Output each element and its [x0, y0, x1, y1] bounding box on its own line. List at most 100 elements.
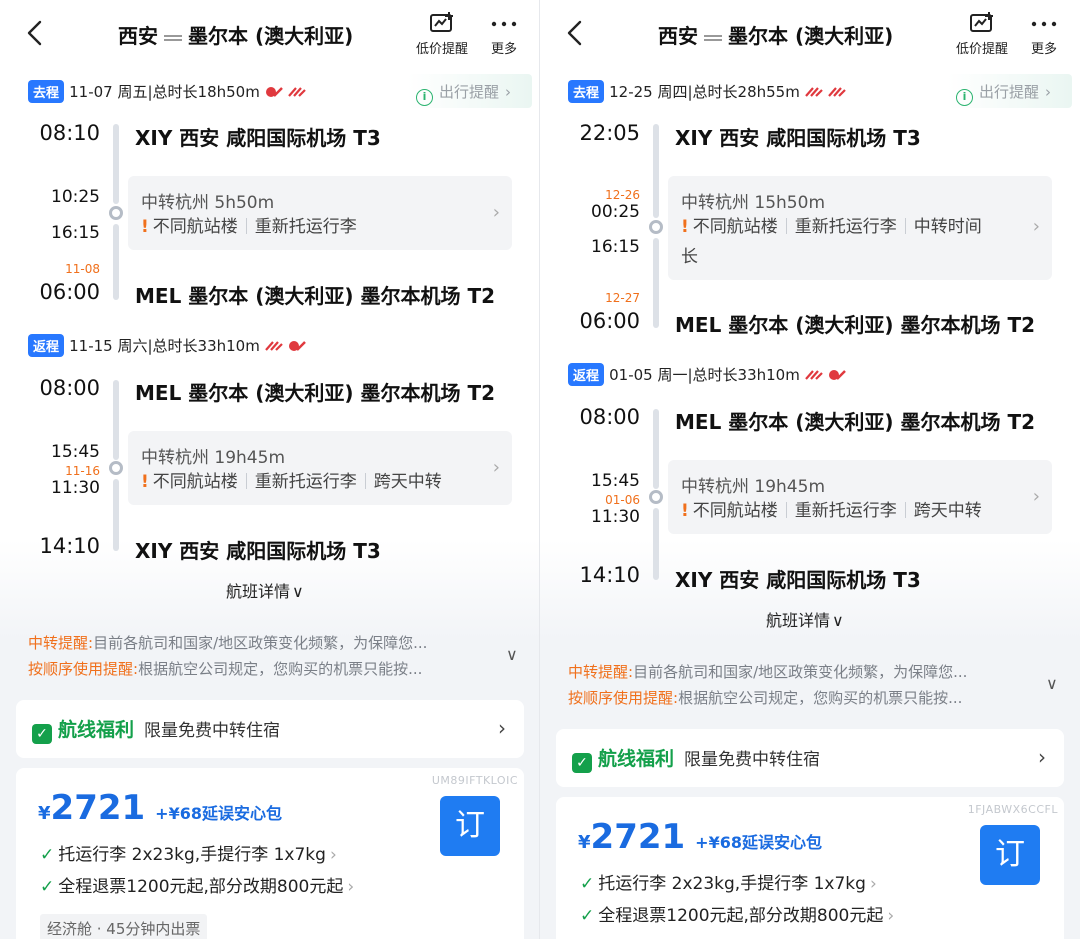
price-alert-button[interactable]: 低价提醒 [950, 12, 1014, 57]
price-alert-icon [970, 12, 993, 32]
return-tag: 返程 [568, 363, 605, 386]
book-button[interactable]: 订 [980, 825, 1040, 885]
route-title: 西安 墨尔本 (澳大利亚) [118, 24, 354, 48]
more-dots-icon [491, 21, 517, 27]
route-title: 西安 墨尔本 (澳大利亚) [658, 24, 894, 48]
outbound-summary: 去程 12-25 周四|总时长28h55m [568, 80, 846, 103]
book-button[interactable]: 订 [440, 796, 500, 856]
return-departure-airport: MEL 墨尔本 (澳大利亚) 墨尔本机场 T2 [675, 410, 1035, 434]
flight-detail-screen-2: 西安 墨尔本 (澳大利亚) 低价提醒 更多 去程 12-25 周四|总时长28h5… [540, 0, 1080, 939]
transfer-info-card[interactable]: 中转杭州 5h50m ! 不同航站楼 重新托运行李 › [128, 176, 512, 250]
info-icon: i [956, 89, 973, 106]
chevron-right-icon: › [1032, 216, 1040, 237]
route-benefit-card[interactable]: ✓ 航线福利 限量免费中转住宿 › [16, 700, 524, 758]
baggage-info[interactable]: ✓ 托运行李 2x23kg,手提行李 1x7kg › [40, 840, 337, 865]
more-dots-icon [1031, 21, 1057, 27]
transfer-warnings: ! 不同航站楼 重新托运行李 跨天中转 [681, 501, 982, 521]
chevron-right-icon: › [498, 716, 506, 740]
arrival-day-change: 12-27 [605, 291, 640, 305]
refund-policy[interactable]: ✓ 全程退票1200元起,部分改期800元起 › [40, 872, 354, 897]
price-alert-icon [430, 12, 453, 32]
more-button[interactable]: 更多 [1012, 12, 1076, 57]
outbound-summary: 去程 11-07 周五|总时长18h50m [28, 80, 306, 103]
more-button[interactable]: 更多 [472, 12, 536, 57]
transfer-info-card[interactable]: 中转杭州 19h45m ! 不同航站楼 重新托运行李 跨天中转 › [668, 460, 1052, 534]
warning-icon: ! [141, 217, 149, 237]
outbound-arrival-airport: MEL 墨尔本 (澳大利亚) 墨尔本机场 T2 [675, 313, 1035, 337]
outbound-duration: 总时长18h50m [152, 83, 260, 101]
check-icon: ✓ [580, 874, 595, 894]
arrival-day-change: 11-08 [65, 262, 100, 276]
transfer-departure-time: 16:15 [51, 223, 100, 243]
return-arrival-airport: XIY 西安 咸阳国际机场 T3 [675, 568, 921, 592]
warning-icon: ! [681, 501, 689, 521]
fare-price: ¥2721 +¥68延误安心包 [38, 788, 282, 828]
outbound-arrival-time: 06:00 [579, 309, 640, 333]
fare-price: ¥2721 +¥68延误安心包 [578, 817, 822, 857]
travel-reminder-link[interactable]: i 出行提醒 › [416, 81, 511, 106]
outbound-tag: 去程 [28, 80, 65, 103]
chevron-down-icon: ∨ [292, 582, 304, 601]
transfer-warnings: ! 不同航站楼 重新托运行李 中转时间 [681, 217, 982, 237]
flight-detail-screen-1: 西安 墨尔本 (澳大利亚) 低价提醒 更多 去程 11-07 周五|总时长18h5… [0, 0, 540, 939]
chevron-right-icon: › [1032, 486, 1040, 507]
airline-logo-icon [289, 341, 306, 351]
transfer-arrival-day-change: 12-26 [605, 188, 640, 202]
airline-logo-icon [805, 370, 823, 380]
warning-icon: ! [681, 217, 689, 237]
outbound-tag: 去程 [568, 80, 605, 103]
return-summary: 返程 01-05 周一|总时长33h10m [568, 363, 846, 386]
notice-expand-chevron-icon[interactable]: ∨ [506, 645, 518, 664]
notice-expand-chevron-icon[interactable]: ∨ [1046, 674, 1058, 693]
flight-details-toggle[interactable]: 航班详情 ∨ [226, 578, 304, 602]
transfer-arrival-time: 00:25 [591, 202, 640, 222]
back-arrow-icon[interactable] [560, 18, 590, 48]
transfer-warnings: ! 不同航站楼 重新托运行李 跨天中转 [141, 472, 442, 492]
transfer-dot [109, 461, 123, 475]
return-transfer-arrival-time: 15:45 [591, 471, 640, 491]
chevron-right-icon: › [1038, 745, 1046, 769]
check-icon: ✓ [40, 845, 55, 865]
transfer-info-card[interactable]: 中转杭州 19h45m ! 不同航站楼 重新托运行李 跨天中转 › [128, 431, 512, 505]
info-icon: i [416, 89, 433, 106]
chevron-down-icon: ∨ [832, 611, 844, 630]
transfer-warnings: ! 不同航站楼 重新托运行李 [141, 217, 357, 237]
flight-details-toggle[interactable]: 航班详情 ∨ [766, 607, 844, 631]
return-duration: 总时长33h10m [152, 337, 260, 355]
travel-reminder-link[interactable]: i 出行提醒 › [956, 81, 1051, 106]
airline-logo-icon [265, 87, 283, 97]
route-benefit-card[interactable]: ✓ 航线福利 限量免费中转住宿 › [556, 729, 1064, 787]
airline-logo-icon [829, 370, 846, 380]
return-date: 11-15 周六 [69, 337, 148, 355]
transfer-notice: 中转提醒:目前各航司和国家/地区政策变化频繁，为保障您... [568, 663, 968, 681]
delay-insurance-addon: +¥68延误安心包 [695, 833, 822, 852]
back-arrow-icon[interactable] [20, 18, 50, 48]
outbound-departure-time: 22:05 [579, 121, 640, 145]
price-alert-button[interactable]: 低价提醒 [410, 12, 474, 57]
return-departure-airport: MEL 墨尔本 (澳大利亚) 墨尔本机场 T2 [135, 381, 495, 405]
benefit-icon: ✓ [32, 724, 52, 744]
transfer-info-card[interactable]: 中转杭州 15h50m ! 不同航站楼 重新托运行李 中转时间 长 › [668, 176, 1052, 280]
baggage-info[interactable]: ✓ 托运行李 2x23kg,手提行李 1x7kg › [580, 869, 877, 894]
transfer-notice: 中转提醒:目前各航司和国家/地区政策变化频繁，为保障您... [28, 634, 428, 652]
return-departure-time: 08:00 [579, 405, 640, 429]
sequence-notice: 按顺序使用提醒:根据航空公司规定，您购买的机票只能按... [568, 689, 963, 707]
cabin-class-badge: 经济舱 · 45分钟内出票 [40, 914, 208, 939]
return-departure-time: 08:00 [39, 376, 100, 400]
airline-logo-icon [805, 87, 823, 97]
transfer-dot [109, 206, 123, 220]
airline-logo-icon [288, 87, 306, 97]
return-arrival-time: 14:10 [579, 563, 640, 587]
route-arrow-icon [164, 34, 182, 41]
refund-policy[interactable]: ✓ 全程退票1200元起,部分改期800元起 › [580, 901, 894, 926]
return-arrival-airport: XIY 西安 咸阳国际机场 T3 [135, 539, 381, 563]
transfer-departure-time: 16:15 [591, 237, 640, 257]
delay-insurance-addon: +¥68延误安心包 [155, 804, 282, 823]
outbound-date: 11-07 周五 [69, 83, 148, 101]
offer-code: UM89IFTKLOIC [431, 774, 518, 787]
outbound-departure-airport: XIY 西安 咸阳国际机场 T3 [675, 126, 921, 150]
outbound-arrival-time: 06:00 [39, 280, 100, 304]
warning-icon: ! [141, 472, 149, 492]
benefit-icon: ✓ [572, 753, 592, 773]
return-duration: 总时长33h10m [692, 366, 800, 384]
